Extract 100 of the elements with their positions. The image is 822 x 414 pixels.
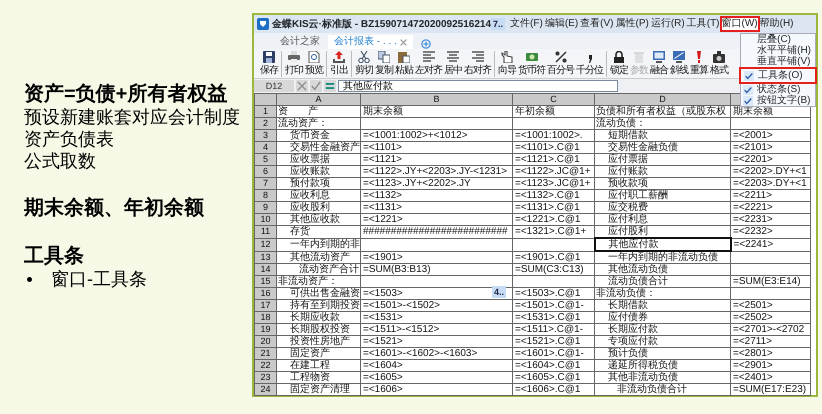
formula-button[interactable]	[324, 80, 336, 92]
table-cell: =<2241>	[730, 238, 810, 251]
menu-item[interactable]: 窗口(W)	[720, 17, 759, 31]
table-cell: 交易性金融负债	[594, 142, 730, 154]
menu-item[interactable]: 文件(F)	[509, 17, 544, 31]
table-cell: 应收利息	[276, 190, 360, 202]
table-cell: =<2201>	[730, 154, 810, 166]
table-cell: =<1511>-<1512>	[360, 324, 512, 336]
row-number: 12	[254, 238, 276, 251]
text-line: 预设新建账套对应会计制度	[24, 106, 241, 128]
toolbar-button[interactable]: 引出	[329, 50, 349, 76]
table-cell: 流动负债合计	[594, 276, 730, 288]
table-cell: =<1131>.C@1	[512, 202, 594, 214]
table-cell: =<2401>	[730, 372, 810, 384]
menu-item[interactable]: 垂直平铺(V)	[741, 56, 815, 67]
toolbar-button[interactable]: 千分位	[575, 50, 604, 76]
cell-reference-field[interactable]: D12	[254, 80, 294, 92]
table-cell: =<1132>.C@1	[512, 190, 594, 202]
table-cell: 长期应收款	[276, 312, 360, 324]
toolbar-button[interactable]: 百分号	[546, 50, 575, 76]
table-cell: 应付票据	[594, 154, 730, 166]
table-cell: =<1101>.C@1	[512, 142, 594, 154]
row-number: 13	[254, 251, 276, 264]
toolbar-button[interactable]: 粘贴	[394, 50, 414, 76]
row-number: 16	[254, 288, 276, 300]
table-cell: 非流动负债：	[594, 288, 730, 300]
table-cell: 非流动资产：	[276, 276, 360, 288]
table-cell: 长期应付款	[594, 324, 730, 336]
toolbar-button[interactable]: 向导	[497, 50, 517, 76]
menu-item[interactable]: 工具(T)	[686, 17, 721, 31]
table-cell: 专项应付款	[594, 336, 730, 348]
table-cell: =<1101>	[360, 142, 512, 154]
scissors-icon	[358, 50, 370, 62]
row-number: 6	[254, 166, 276, 178]
table-cell: =<1221>.C@1	[512, 214, 594, 226]
menu-item[interactable]: 状态条(S)	[741, 84, 815, 95]
menu-item[interactable]: 属性(P)	[614, 17, 650, 31]
toolbar-button[interactable]: 打印	[284, 50, 304, 76]
toolbar-button[interactable]: 重算	[689, 50, 709, 76]
table-cell: 其他流动负债	[594, 264, 730, 276]
table-cell: =<2211>	[730, 190, 810, 202]
table-cell: =<2711>	[730, 336, 810, 348]
menu-item[interactable]: 层叠(C)	[741, 34, 815, 45]
table-cell: 货币资金	[276, 130, 360, 142]
toolbar-button[interactable]: 右对齐	[463, 50, 492, 76]
money-icon	[526, 50, 538, 62]
table-cell: =<1131>	[360, 202, 512, 214]
row-number: 18	[254, 312, 276, 324]
tab[interactable]: 会计报表 - . . .	[328, 35, 413, 49]
row-number: 5	[254, 154, 276, 166]
toolbar-button[interactable]: 左对齐	[414, 50, 443, 76]
table-cell: =<1606>	[360, 384, 512, 396]
cancel-button[interactable]	[296, 80, 308, 92]
table-cell: 在建工程	[276, 360, 360, 372]
row-number: 22	[254, 360, 276, 372]
table-cell: =<2001>	[730, 130, 810, 142]
table-cell: =<1601>.C@1-	[512, 348, 594, 360]
toolbar-button[interactable]: 格式	[709, 50, 729, 76]
table-cell: 投资性房地产	[276, 336, 360, 348]
menu-item[interactable]: 按钮文字(B)	[741, 95, 815, 106]
check-icon	[311, 81, 321, 91]
table-cell: =SUM(B3:B13)	[360, 264, 512, 276]
table-cell: 流动资产合计	[276, 264, 360, 276]
table-cell: 流动负债：	[594, 118, 730, 130]
toolbar-button[interactable]: 居中	[443, 50, 463, 76]
menu-item[interactable]: 运行(R)	[650, 17, 686, 31]
toolbar-button[interactable]: 货币符	[517, 50, 546, 76]
toolbar-button[interactable]: 斜线	[669, 50, 689, 76]
table-cell: 年初余额	[512, 106, 594, 118]
align-right-icon	[472, 50, 484, 62]
row-number: 11	[254, 226, 276, 238]
tab[interactable]: 会计之家	[274, 35, 326, 49]
toolbar-button[interactable]: 剪切	[354, 50, 374, 76]
table-cell: =<2231>	[730, 214, 810, 226]
table-cell: 应收股利	[276, 202, 360, 214]
menu-item[interactable]: 水平平铺(H)	[741, 45, 815, 56]
table-cell: 其他非流动负债	[594, 372, 730, 384]
menu-item[interactable]: 编辑(E)	[544, 17, 580, 31]
table-cell: =<1531>.C@1	[512, 312, 594, 324]
table-cell: =<1605>	[360, 372, 512, 384]
table-cell: =<1503>.C@1	[512, 288, 594, 300]
toolbar-button[interactable]: 复制	[374, 50, 394, 76]
row-number: 24	[254, 384, 276, 396]
table-cell: =<1521>.C@1	[512, 336, 594, 348]
table-cell: =<1501>.C@1-	[512, 300, 594, 312]
row-number: 19	[254, 324, 276, 336]
table-cell: =<1531>	[360, 312, 512, 324]
row-number: 8	[254, 190, 276, 202]
table-cell: =<1321>.C@1+	[512, 226, 594, 238]
confirm-button[interactable]	[310, 80, 322, 92]
toolbar-button[interactable]: 保存	[259, 50, 279, 76]
menu-item[interactable]: 查看(V)	[579, 17, 614, 31]
table-cell: =<1604>	[360, 360, 512, 372]
menu-item[interactable]: 工具条(O)	[742, 70, 814, 81]
toolbar-button[interactable]: 预览	[304, 50, 324, 76]
table-cell: =<2203>.DY+<1	[730, 178, 810, 190]
table-cell: =SUM(E17:E23)	[730, 384, 810, 396]
row-number: 7	[254, 178, 276, 190]
toolbar-button[interactable]: 融合	[649, 50, 669, 76]
toolbar-button[interactable]: 锁定	[609, 50, 629, 76]
